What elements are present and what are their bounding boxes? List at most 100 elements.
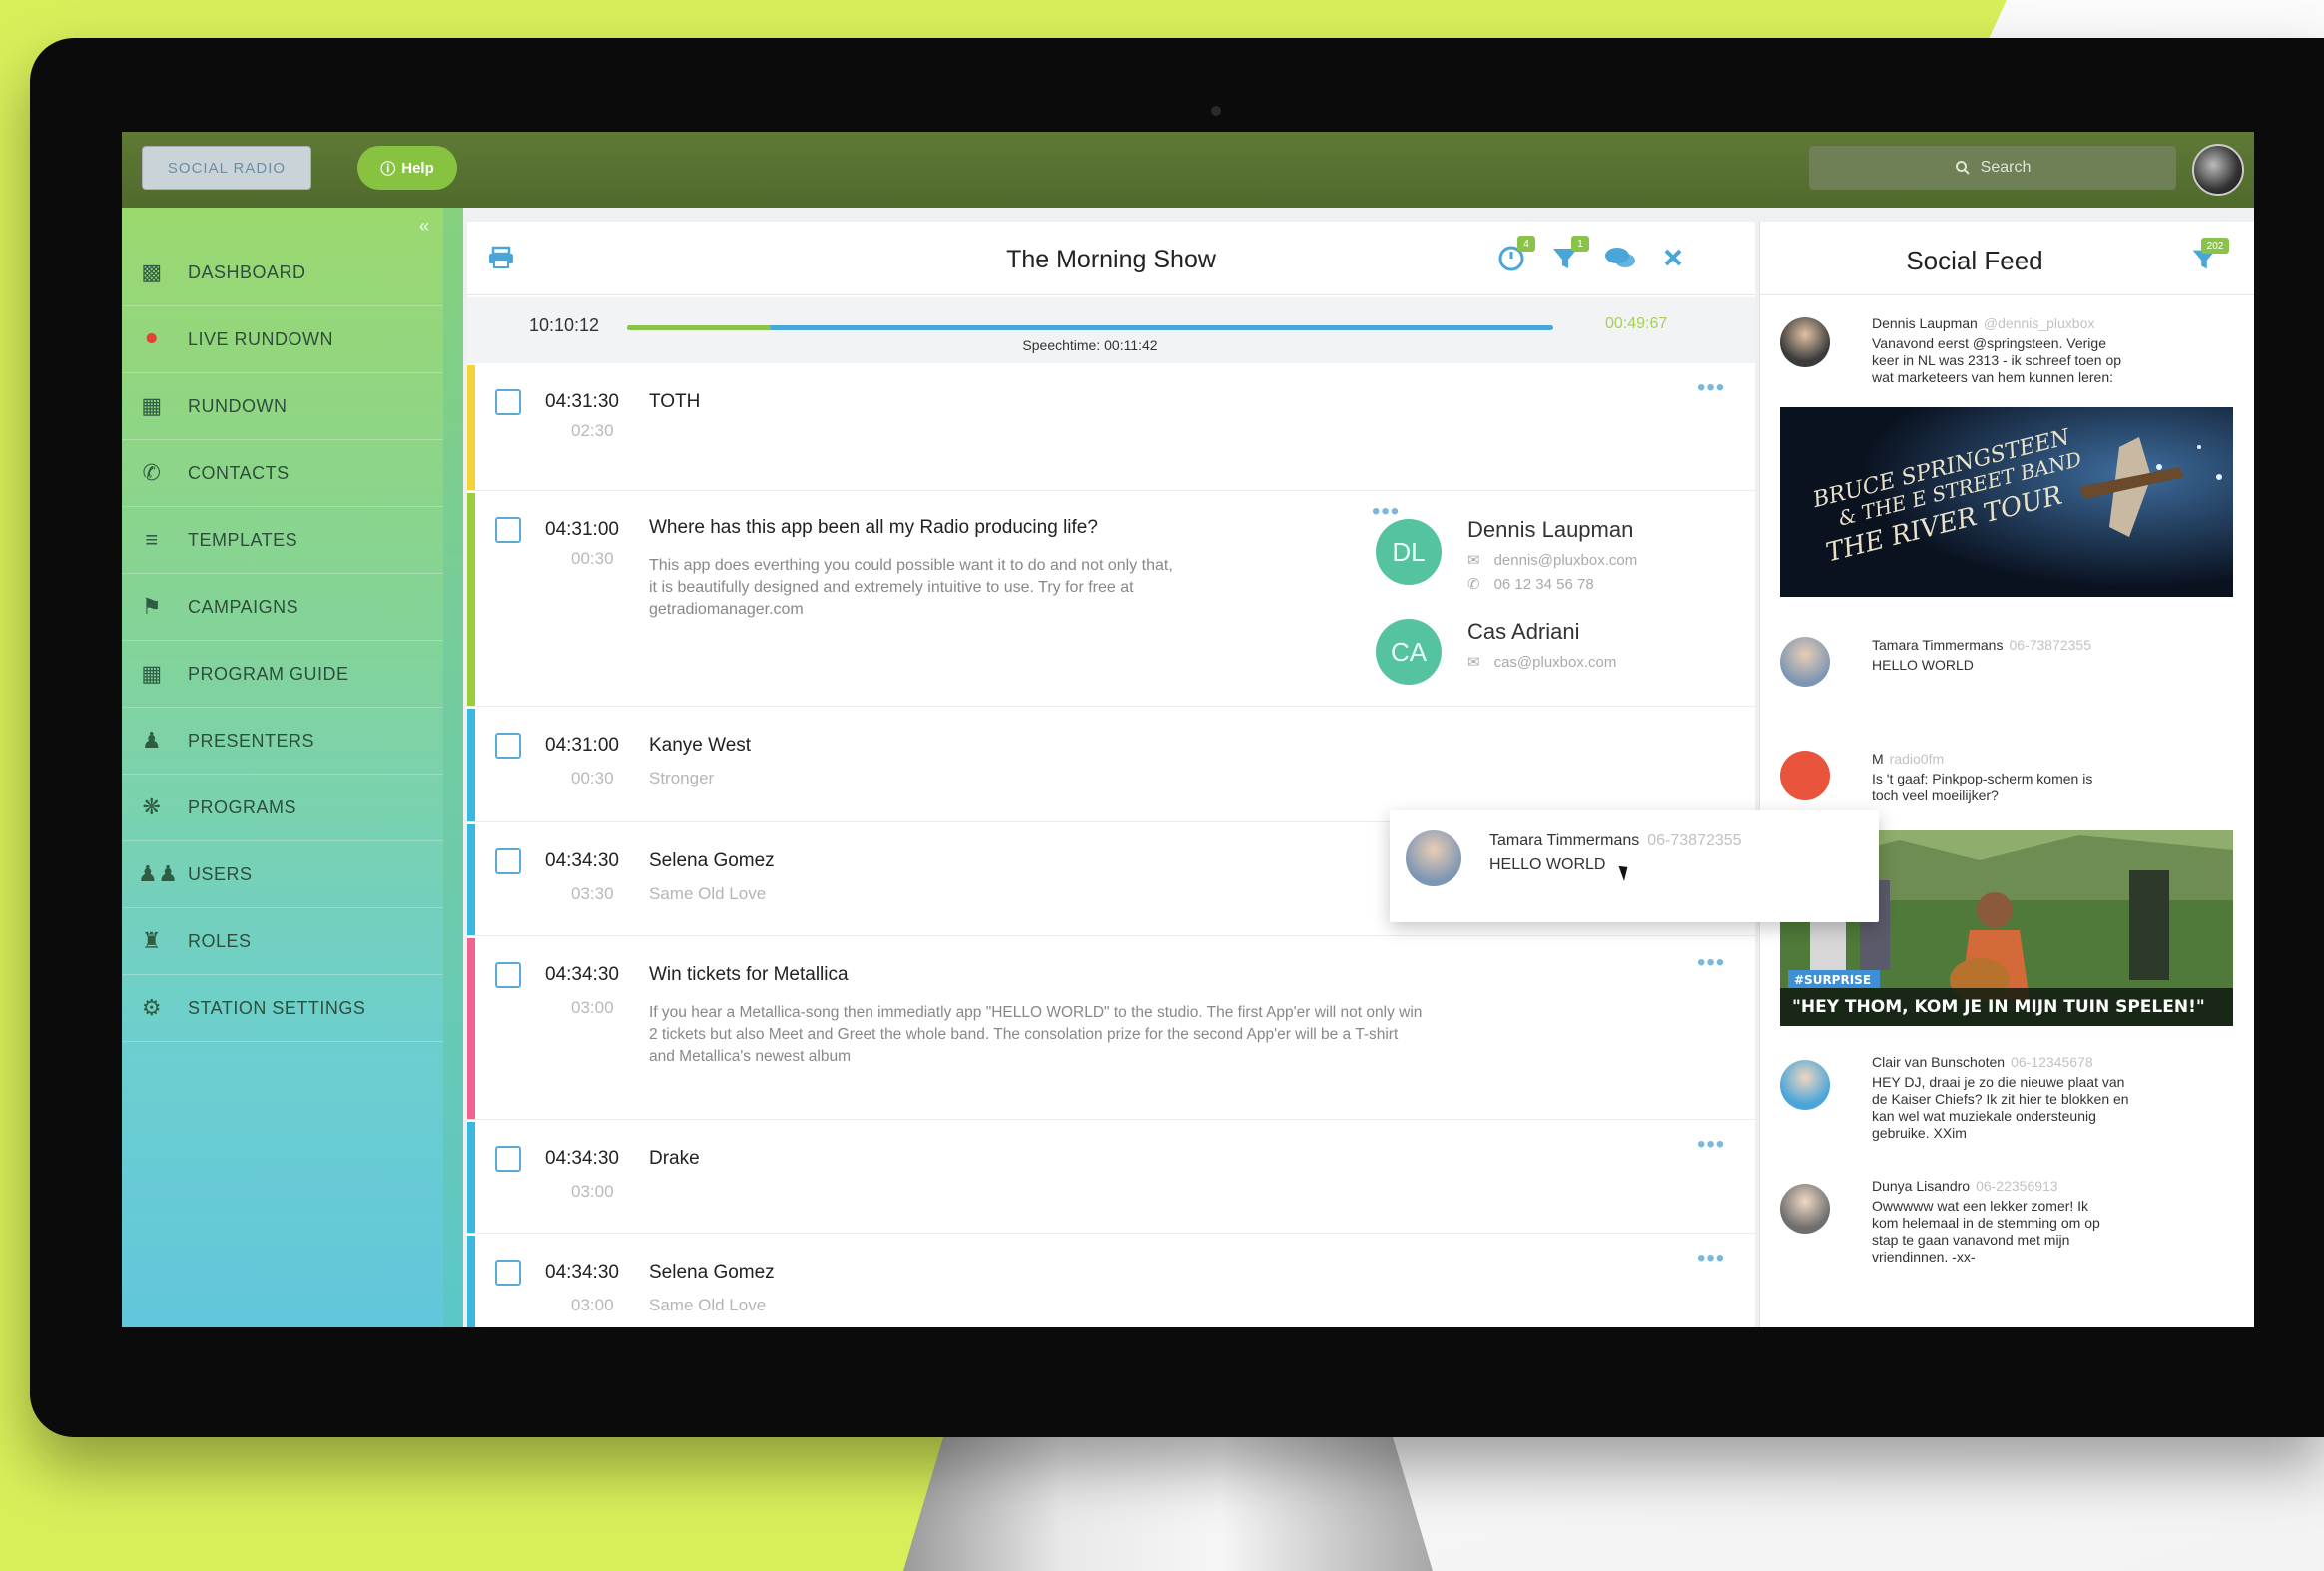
item-checkbox[interactable]: [495, 848, 521, 874]
row-stripe: [467, 1236, 475, 1327]
sidebar-item-label: ROLES: [188, 930, 252, 951]
sidebar-item-label: STATION SETTINGS: [188, 997, 366, 1018]
sidebar-item-label: RUNDOWN: [188, 395, 288, 416]
item-time: 04:34:30: [545, 1262, 619, 1283]
sidebar-item-templates[interactable]: ≡ TEMPLATES: [122, 507, 443, 574]
post-author[interactable]: Clair van Bunschoten 06-12345678: [1872, 1054, 2093, 1070]
post-avatar[interactable]: [1780, 1184, 1830, 1234]
popover-author-name: Tamara Timmermans: [1489, 832, 1640, 849]
rundown-item[interactable]: 04:34:30 03:00 Win tickets for Metallica…: [467, 938, 1755, 1120]
app-screen: SOCIAL RADIO ⓘ Help Search « ▩ DASHBOARD …: [122, 132, 2254, 1327]
post-author[interactable]: Dunya Lisandro 06-22356913: [1872, 1178, 2058, 1194]
row-stripe: [467, 824, 475, 935]
rundown-item[interactable]: 04:31:30 02:30 TOTH •••: [467, 365, 1755, 491]
tweet-popover[interactable]: Tamara Timmermans 06-73872355 HELLO WORLD: [1390, 810, 1879, 922]
presenter-icon: ♟: [141, 728, 163, 753]
sidebar-item-label: TEMPLATES: [188, 529, 298, 550]
more-options-icon[interactable]: •••: [1372, 500, 1400, 524]
close-button[interactable]: [1657, 242, 1693, 277]
contact-avatar[interactable]: CA: [1376, 619, 1442, 685]
post-avatar[interactable]: [1780, 317, 1830, 367]
body-line: If you hear a Metallica-song then immedi…: [649, 1004, 1423, 1021]
post-author[interactable]: Mradio0fm: [1872, 751, 1944, 767]
item-checkbox[interactable]: [495, 962, 521, 988]
sidebar-item-program-guide[interactable]: ▦ PROGRAM GUIDE: [122, 641, 443, 708]
user-avatar[interactable]: [2192, 144, 2244, 196]
sidebar-item-label: PRESENTERS: [188, 730, 315, 751]
rundown-item[interactable]: 04:31:00 00:30 Kanye West Stronger: [467, 709, 1755, 822]
post-author[interactable]: Tamara Timmermans 06-73872355: [1872, 637, 2091, 653]
post-line: de Kaiser Chiefs? Ik zit hier te blokken…: [1872, 1091, 2129, 1107]
search-input[interactable]: Search: [1809, 146, 2176, 190]
more-options-icon[interactable]: •••: [1697, 376, 1725, 400]
post-author-name: Tamara Timmermans: [1872, 637, 2004, 653]
item-checkbox[interactable]: [495, 733, 521, 759]
sidebar-item-rundown[interactable]: ▦ RUNDOWN: [122, 373, 443, 440]
rundown-item[interactable]: 04:34:30 03:00 Drake •••: [467, 1122, 1755, 1234]
item-title: Win tickets for Metallica: [649, 964, 849, 985]
templates-icon: ≡: [145, 527, 159, 552]
feed-header: Social Feed 202: [1760, 222, 2254, 295]
sidebar-item-presenters[interactable]: ♟ PRESENTERS: [122, 708, 443, 775]
item-checkbox[interactable]: [495, 389, 521, 415]
filter-badge: 1: [1571, 236, 1589, 252]
post-line: kom helemaal in de stemming om op: [1872, 1215, 2100, 1231]
filter-button[interactable]: 1: [1549, 236, 1589, 277]
contact-name[interactable]: Dennis Laupman: [1467, 517, 1633, 543]
post-handle: 06-73872355: [2009, 637, 2091, 653]
post-avatar[interactable]: [1780, 637, 1830, 687]
post-avatar[interactable]: [1780, 751, 1830, 800]
more-options-icon[interactable]: •••: [1697, 1247, 1725, 1271]
post-text: Owwwww wat een lekker zomer! Ik kom hele…: [1872, 1198, 2241, 1266]
post-line: kan wel wat muziekale ondersteunig: [1872, 1108, 2096, 1124]
sidebar-item-station-settings[interactable]: ⚙ STATION SETTINGS: [122, 975, 443, 1042]
item-body: If you hear a Metallica-song then immedi…: [649, 1002, 1422, 1068]
post-avatar[interactable]: [1780, 1060, 1830, 1110]
logo-button[interactable]: SOCIAL RADIO: [142, 146, 311, 190]
sidebar-item-users[interactable]: ♟♟ USERS: [122, 841, 443, 908]
help-button[interactable]: ⓘ Help: [357, 146, 457, 190]
more-options-icon[interactable]: •••: [1697, 1133, 1725, 1157]
sidebar-item-dashboard[interactable]: ▩ DASHBOARD: [122, 240, 443, 306]
item-time: 04:34:30: [545, 964, 619, 985]
sidebar-item-label: PROGRAM GUIDE: [188, 663, 349, 684]
contact-name[interactable]: Cas Adriani: [1467, 619, 1580, 645]
progress-bar[interactable]: [627, 325, 1553, 330]
sidebar-item-roles[interactable]: ♜ ROLES: [122, 908, 443, 975]
post-line: Owwwww wat een lekker zomer! Ik: [1872, 1198, 2089, 1214]
contact-email: ✉ cas@pluxbox.com: [1467, 653, 1616, 671]
contact-avatar[interactable]: DL: [1376, 519, 1442, 585]
contact-phone-value: 06 12 34 56 78: [1493, 576, 1594, 593]
sidebar-item-contacts[interactable]: ✆ CONTACTS: [122, 440, 443, 507]
chat-icon: [1605, 248, 1635, 267]
sidebar-item-programs[interactable]: ❋ PROGRAMS: [122, 775, 443, 841]
rundown-item[interactable]: 04:34:30 03:00 Selena Gomez Same Old Lov…: [467, 1236, 1755, 1327]
chat-button[interactable]: [1603, 242, 1639, 277]
post-image-concert[interactable]: BRUCE SPRINGSTEEN & THE E STREET BAND TH…: [1780, 407, 2233, 597]
collapse-icon[interactable]: «: [419, 216, 429, 237]
popover-message: HELLO WORLD: [1489, 856, 1606, 873]
post-line: stap te gaan vanavond met mijn: [1872, 1232, 2070, 1248]
sidebar-item-campaigns[interactable]: ⚑ CAMPAIGNS: [122, 574, 443, 641]
megaphone-icon: ⚑: [141, 594, 163, 619]
item-time: 04:34:30: [545, 850, 619, 871]
rundown-panel: The Morning Show 4 1 10:10:12 Speechtime…: [467, 222, 1755, 1327]
more-options-icon[interactable]: •••: [1697, 951, 1725, 975]
item-subtitle: Same Old Love: [649, 884, 767, 903]
post-author[interactable]: Dennis Laupman @dennis_pluxbox: [1872, 315, 2094, 331]
sidebar-item-live-rundown[interactable]: ⚫ LIVE RUNDOWN: [122, 306, 443, 373]
close-icon: [1664, 249, 1682, 266]
item-checkbox[interactable]: [495, 517, 521, 543]
post-line: Vanavond eerst @springsteen. Verige: [1872, 335, 2106, 351]
item-checkbox[interactable]: [495, 1146, 521, 1172]
timer-button[interactable]: 4: [1495, 236, 1535, 277]
rundown-item[interactable]: 04:31:00 00:30 Where has this app been a…: [467, 493, 1755, 707]
item-checkbox[interactable]: [495, 1260, 521, 1286]
post-line: HEY DJ, draai je zo die nieuwe plaat van: [1872, 1074, 2125, 1090]
row-stripe: [467, 938, 475, 1119]
feed-filter-button[interactable]: 202: [2189, 238, 2229, 279]
help-icon: ⓘ: [380, 160, 396, 178]
row-stripe: [467, 365, 475, 490]
post-handle: 06-12345678: [2011, 1054, 2093, 1070]
sidebar-item-label: LIVE RUNDOWN: [188, 328, 334, 349]
